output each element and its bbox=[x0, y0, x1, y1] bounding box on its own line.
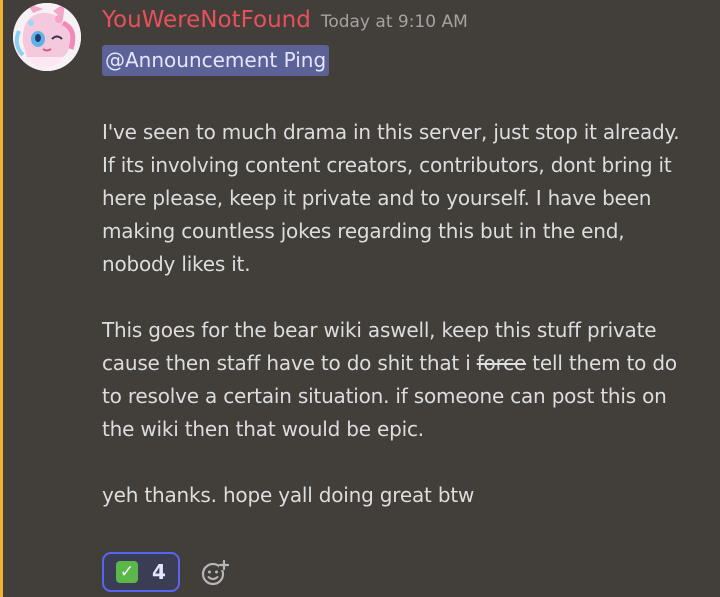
add-reaction-button[interactable] bbox=[200, 558, 230, 588]
message-line: here please, keep it private and to your… bbox=[102, 186, 652, 210]
add-reaction-icon bbox=[201, 559, 230, 586]
white-check-mark-icon: ✓ bbox=[116, 561, 138, 583]
message-line: I've seen to much drama in this server, … bbox=[102, 120, 680, 144]
message-line: to resolve a certain situation. if someo… bbox=[102, 384, 667, 408]
message-line: making countless jokes regarding this bu… bbox=[102, 219, 625, 243]
message-content: I've seen to much drama in this server, … bbox=[102, 116, 717, 512]
reaction-button[interactable]: ✓ 4 bbox=[102, 552, 180, 592]
message-line: If its involving content creators, contr… bbox=[102, 153, 672, 177]
message-text-segment: tell them to do bbox=[526, 351, 677, 375]
message-line: yeh thanks. hope yall doing great btw bbox=[102, 483, 475, 507]
message-timestamp[interactable]: Today at 9:10 AM bbox=[321, 12, 468, 32]
message-line: the wiki then that would be epic. bbox=[102, 417, 424, 441]
message-text-segment: cause then staff have to do shit that i bbox=[102, 351, 477, 375]
role-mention[interactable]: @Announcement Ping bbox=[102, 45, 330, 76]
message-line: This goes for the bear wiki aswell, keep… bbox=[102, 318, 657, 342]
message-paragraph: This goes for the bear wiki aswell, keep… bbox=[102, 314, 717, 446]
message-header: YouWereNotFound Today at 9:10 AM bbox=[102, 4, 468, 36]
message-line: nobody likes it. bbox=[102, 252, 251, 276]
message-paragraph: I've seen to much drama in this server, … bbox=[102, 116, 717, 281]
reaction-count: 4 bbox=[152, 560, 166, 584]
message-line: cause then staff have to do shit that i … bbox=[102, 347, 717, 380]
author-username[interactable]: YouWereNotFound bbox=[102, 4, 311, 36]
strikethrough-text: force bbox=[476, 351, 527, 375]
avatar[interactable] bbox=[13, 3, 81, 71]
avatar-icon bbox=[13, 3, 81, 71]
mention-highlight-bar bbox=[0, 0, 3, 597]
message-paragraph: yeh thanks. hope yall doing great btw bbox=[102, 479, 717, 512]
